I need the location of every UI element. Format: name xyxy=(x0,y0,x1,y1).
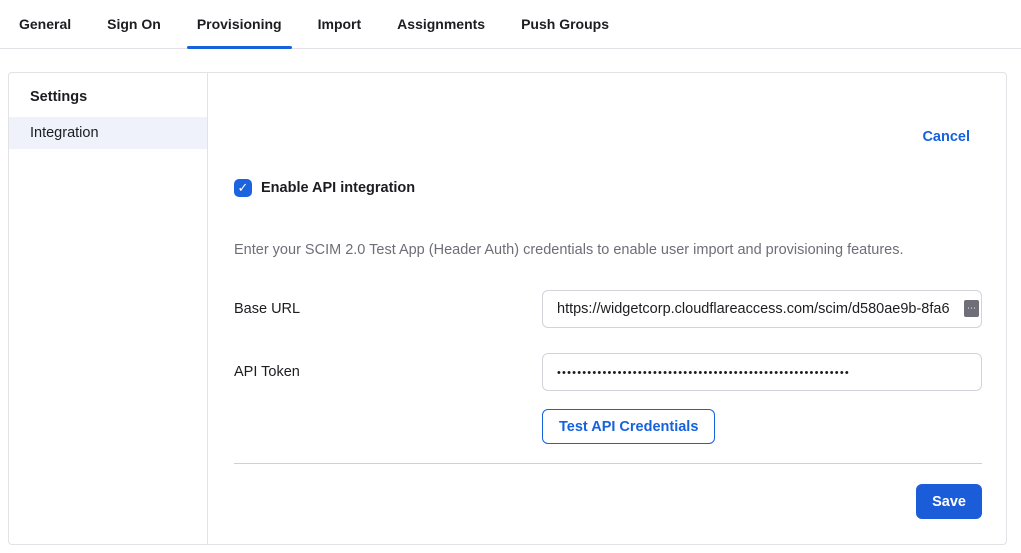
integration-settings-panel: Cancel ✓ Enable API integration Enter yo… xyxy=(208,73,1006,544)
provisioning-card: Settings Integration Cancel ✓ Enable API… xyxy=(8,72,1007,545)
checkmark-icon: ✓ xyxy=(238,180,249,196)
api-token-input-wrap xyxy=(542,353,982,391)
enable-api-label: Enable API integration xyxy=(261,180,415,196)
base-url-input[interactable] xyxy=(542,290,982,328)
api-token-row: API Token xyxy=(234,353,982,391)
enable-api-checkbox[interactable]: ✓ xyxy=(234,179,252,197)
tab-provisioning[interactable]: Provisioning xyxy=(187,0,292,48)
app-tabbar: General Sign On Provisioning Import Assi… xyxy=(0,0,1021,49)
test-credentials-row: Test API Credentials xyxy=(234,409,982,444)
overflow-indicator-icon: ⋯ xyxy=(964,300,979,317)
tab-sign-on[interactable]: Sign On xyxy=(97,0,171,48)
tab-assignments[interactable]: Assignments xyxy=(387,0,495,48)
sidebar-item-integration[interactable]: Integration xyxy=(9,117,207,149)
base-url-label: Base URL xyxy=(234,301,542,317)
enable-api-row: ✓ Enable API integration xyxy=(234,179,982,197)
save-button[interactable]: Save xyxy=(916,484,982,519)
tab-import[interactable]: Import xyxy=(308,0,372,48)
test-api-credentials-button[interactable]: Test API Credentials xyxy=(542,409,715,444)
settings-sidebar: Settings Integration xyxy=(9,73,208,544)
api-token-input[interactable] xyxy=(542,353,982,391)
cancel-row: Cancel xyxy=(234,129,982,145)
base-url-row: Base URL ⋯ xyxy=(234,290,982,328)
cancel-link[interactable]: Cancel xyxy=(922,129,970,145)
tab-general[interactable]: General xyxy=(9,0,81,48)
sidebar-item-label: Integration xyxy=(30,125,99,141)
tab-push-groups[interactable]: Push Groups xyxy=(511,0,619,48)
footer-divider xyxy=(234,463,982,464)
credentials-description: Enter your SCIM 2.0 Test App (Header Aut… xyxy=(234,240,982,260)
save-row: Save xyxy=(234,484,982,519)
base-url-input-wrap: ⋯ xyxy=(542,290,982,328)
sidebar-heading: Settings xyxy=(9,73,207,117)
api-token-label: API Token xyxy=(234,364,542,380)
